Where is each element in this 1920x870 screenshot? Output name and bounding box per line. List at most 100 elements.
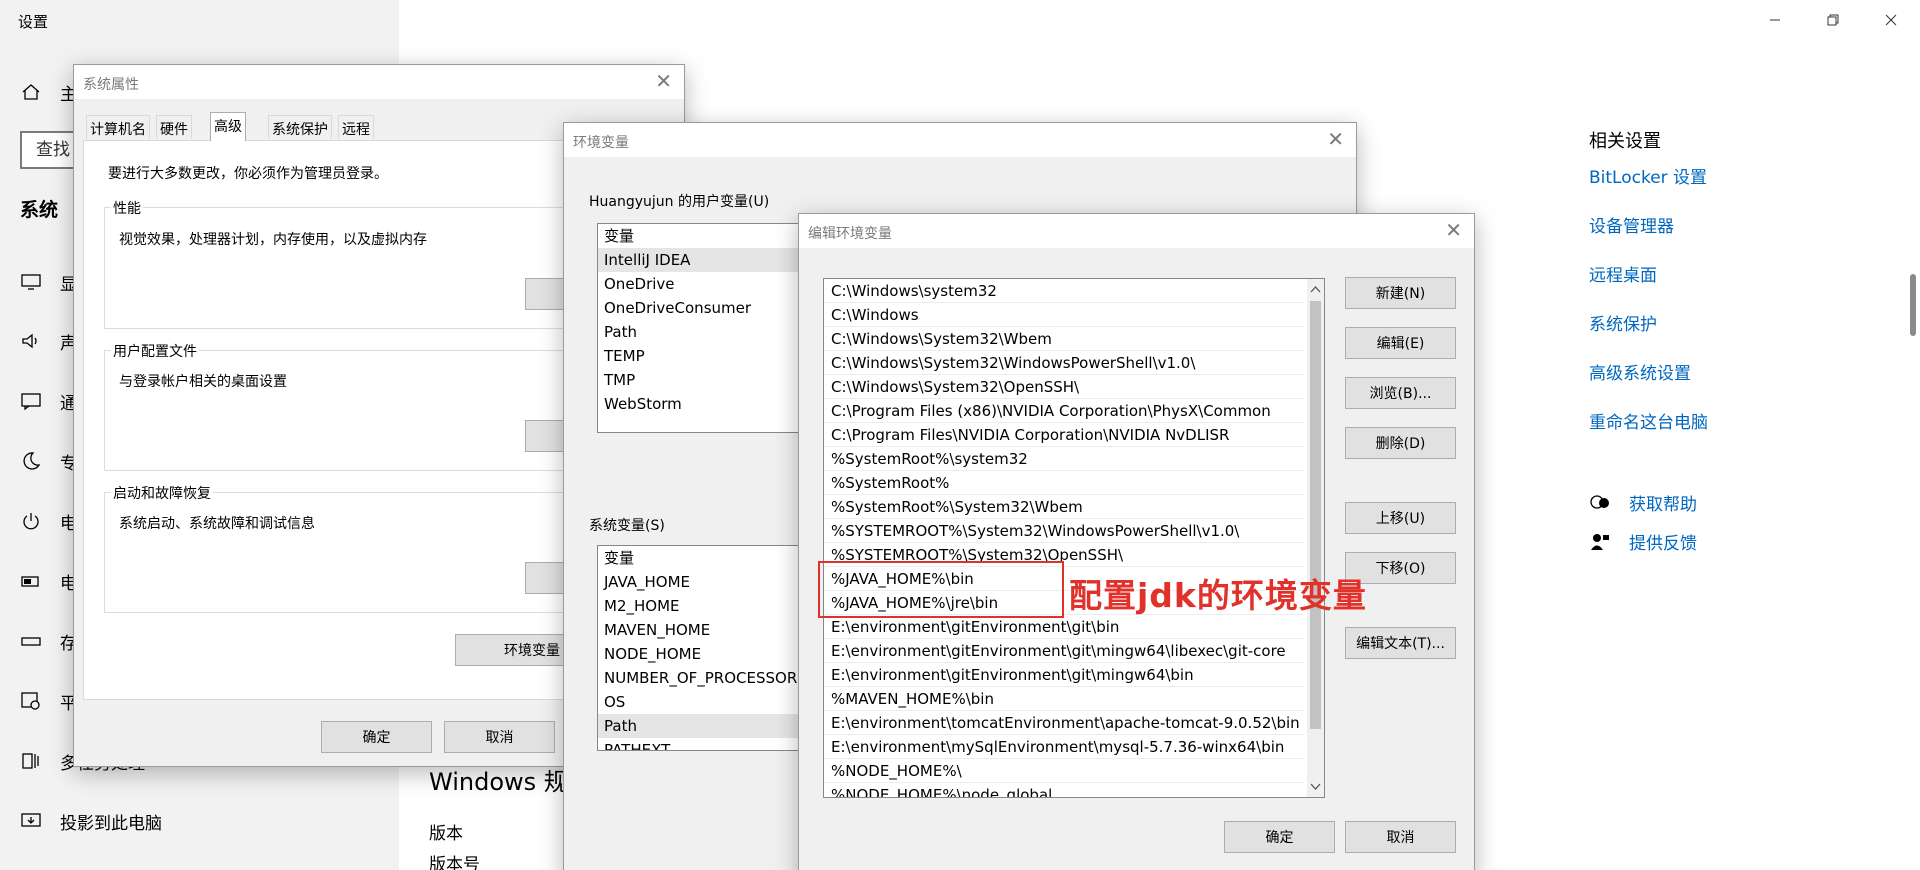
performance-group-label: 性能 — [111, 198, 143, 218]
spec-version-label: 版本 — [429, 824, 463, 844]
feedback-link[interactable]: 提供反馈 — [1589, 529, 1697, 554]
edit-text-button[interactable]: 编辑文本(T)... — [1345, 627, 1456, 659]
system-heading: 系统 — [20, 199, 59, 221]
edit-environment-variable-dialog: 编辑环境变量 ✕ C:\Windows\system32 C:\Windows … — [798, 213, 1475, 870]
restore-button[interactable] — [1804, 0, 1862, 40]
annotation-highlight-box — [818, 561, 1064, 618]
nav-item-focus[interactable]: 专 — [20, 449, 77, 474]
nav-item-display[interactable]: 显 — [20, 270, 77, 295]
close-icon[interactable]: ✕ — [655, 71, 672, 91]
path-entry[interactable]: %SystemRoot%\System32\Wbem — [824, 495, 1303, 519]
window-controls — [1746, 0, 1920, 40]
environment-variables-titlebar: 环境变量 ✕ — [564, 123, 1356, 157]
tab-remote[interactable]: 远程 — [338, 115, 374, 139]
scroll-up-icon[interactable] — [1310, 285, 1321, 293]
link-bitlocker[interactable]: BitLocker 设置 — [1589, 163, 1707, 188]
path-list-scrollbar[interactable] — [1307, 279, 1324, 797]
link-remote-desktop[interactable]: 远程桌面 — [1589, 261, 1657, 286]
path-entry[interactable]: C:\Program Files\NVIDIA Corporation\NVID… — [824, 423, 1303, 447]
settings-window-title: 设置 — [18, 13, 49, 31]
user-profiles-desc: 与登录帐户相关的桌面设置 — [119, 374, 287, 390]
close-icon[interactable]: ✕ — [1327, 129, 1344, 149]
home-icon — [20, 81, 42, 103]
nav-item-power[interactable]: 电 — [20, 509, 77, 534]
annotation-text: 配置jdk的环境变量 — [1069, 576, 1367, 615]
nav-item-battery[interactable]: 电 — [20, 569, 77, 594]
path-entry[interactable]: %SYSTEMROOT%\System32\WindowsPowerShell\… — [824, 519, 1303, 543]
edit-button[interactable]: 编辑(E) — [1345, 327, 1456, 359]
nav-item-sound[interactable]: 声 — [20, 329, 77, 354]
windows-spec-title: Windows 规 — [429, 768, 568, 796]
power-icon — [20, 510, 42, 532]
spec-build-label: 版本号 — [429, 855, 480, 870]
nav-item-home[interactable]: 主 — [20, 80, 77, 105]
path-entry[interactable]: %NODE_HOME%\node_global — [824, 783, 1303, 797]
nav-item-project[interactable]: 投影到此电脑 — [20, 809, 162, 834]
battery-icon — [20, 570, 42, 592]
moon-icon — [20, 450, 42, 472]
tab-system-protection[interactable]: 系统保护 — [268, 115, 332, 139]
path-entry[interactable]: C:\Windows\System32\WindowsPowerShell\v1… — [824, 351, 1303, 375]
project-icon — [20, 810, 42, 832]
feedback-icon — [1589, 532, 1611, 552]
new-button[interactable]: 新建(N) — [1345, 277, 1456, 309]
close-button[interactable] — [1862, 0, 1920, 40]
path-entry[interactable]: C:\Program Files (x86)\NVIDIA Corporatio… — [824, 399, 1303, 423]
move-up-button[interactable]: 上移(U) — [1345, 502, 1456, 534]
nav-item-label: 投影到此电脑 — [60, 813, 162, 834]
ok-button[interactable]: 确定 — [1224, 821, 1335, 853]
link-system-protection[interactable]: 系统保护 — [1589, 310, 1657, 335]
system-properties-titlebar: 系统属性 ✕ — [74, 65, 684, 99]
path-entry[interactable]: C:\Windows — [824, 303, 1303, 327]
path-entry[interactable]: E:\environment\tomcatEnvironment\apache-… — [824, 711, 1303, 735]
path-entry[interactable]: %SystemRoot%\system32 — [824, 447, 1303, 471]
path-entry[interactable]: E:\environment\mySqlEnvironment\mysql-5.… — [824, 735, 1303, 759]
tab-advanced[interactable]: 高级 — [210, 112, 246, 141]
path-entry[interactable]: E:\environment\gitEnvironment\git\bin — [824, 615, 1303, 639]
close-icon[interactable]: ✕ — [1445, 220, 1462, 240]
related-settings-title: 相关设置 — [1589, 131, 1661, 152]
notification-icon — [20, 390, 42, 412]
path-entry[interactable]: C:\Windows\System32\Wbem — [824, 327, 1303, 351]
path-entry[interactable]: %NODE_HOME%\ — [824, 759, 1303, 783]
path-entry[interactable]: E:\environment\gitEnvironment\git\mingw6… — [824, 663, 1303, 687]
settings-search-input[interactable]: 查找 — [20, 131, 80, 169]
path-entry[interactable]: %MAVEN_HOME%\bin — [824, 687, 1303, 711]
tab-computer-name[interactable]: 计算机名 — [86, 115, 150, 139]
tablet-icon — [20, 690, 42, 712]
minimize-button[interactable] — [1746, 0, 1804, 40]
sound-icon — [20, 330, 42, 352]
nav-item-notifications[interactable]: 通 — [20, 389, 77, 414]
path-entry[interactable]: C:\Windows\System32\OpenSSH\ — [824, 375, 1303, 399]
system-vars-section-label: 系统变量(S) — [589, 518, 665, 534]
feedback-label: 提供反馈 — [1629, 534, 1697, 554]
path-entries-list[interactable]: C:\Windows\system32 C:\Windows C:\Window… — [823, 278, 1325, 798]
nav-item-storage[interactable]: 存 — [20, 629, 77, 654]
cancel-button[interactable]: 取消 — [1345, 821, 1456, 853]
tab-hardware[interactable]: 硬件 — [156, 115, 192, 139]
ok-button[interactable]: 确定 — [321, 721, 432, 753]
browse-button[interactable]: 浏览(B)... — [1345, 377, 1456, 409]
startup-recovery-desc: 系统启动、系统故障和调试信息 — [119, 516, 315, 532]
link-device-manager[interactable]: 设备管理器 — [1589, 212, 1674, 237]
edit-env-title: 编辑环境变量 — [808, 226, 892, 242]
link-advanced-system-settings[interactable]: 高级系统设置 — [1589, 359, 1691, 384]
nav-item-tablet[interactable]: 平 — [20, 689, 77, 714]
edit-env-titlebar: 编辑环境变量 ✕ — [799, 214, 1474, 248]
cancel-button[interactable]: 取消 — [444, 721, 555, 753]
settings-scrollbar[interactable] — [1910, 274, 1916, 336]
scroll-down-icon[interactable] — [1310, 783, 1321, 791]
path-entry[interactable]: E:\environment\gitEnvironment\git\mingw6… — [824, 639, 1303, 663]
scroll-thumb[interactable] — [1310, 301, 1321, 729]
get-help-link[interactable]: 获取帮助 — [1589, 490, 1697, 515]
delete-button[interactable]: 删除(D) — [1345, 427, 1456, 459]
environment-variables-title: 环境变量 — [573, 135, 629, 151]
path-entry[interactable]: %SystemRoot% — [824, 471, 1303, 495]
get-help-label: 获取帮助 — [1629, 495, 1697, 515]
path-entry[interactable]: C:\Windows\system32 — [824, 279, 1303, 303]
help-chat-icon — [1589, 493, 1611, 513]
multitask-icon — [20, 750, 42, 772]
user-vars-section-label: Huangyujun 的用户变量(U) — [589, 194, 770, 210]
monitor-icon — [20, 271, 42, 293]
link-rename-pc[interactable]: 重命名这台电脑 — [1589, 408, 1708, 433]
